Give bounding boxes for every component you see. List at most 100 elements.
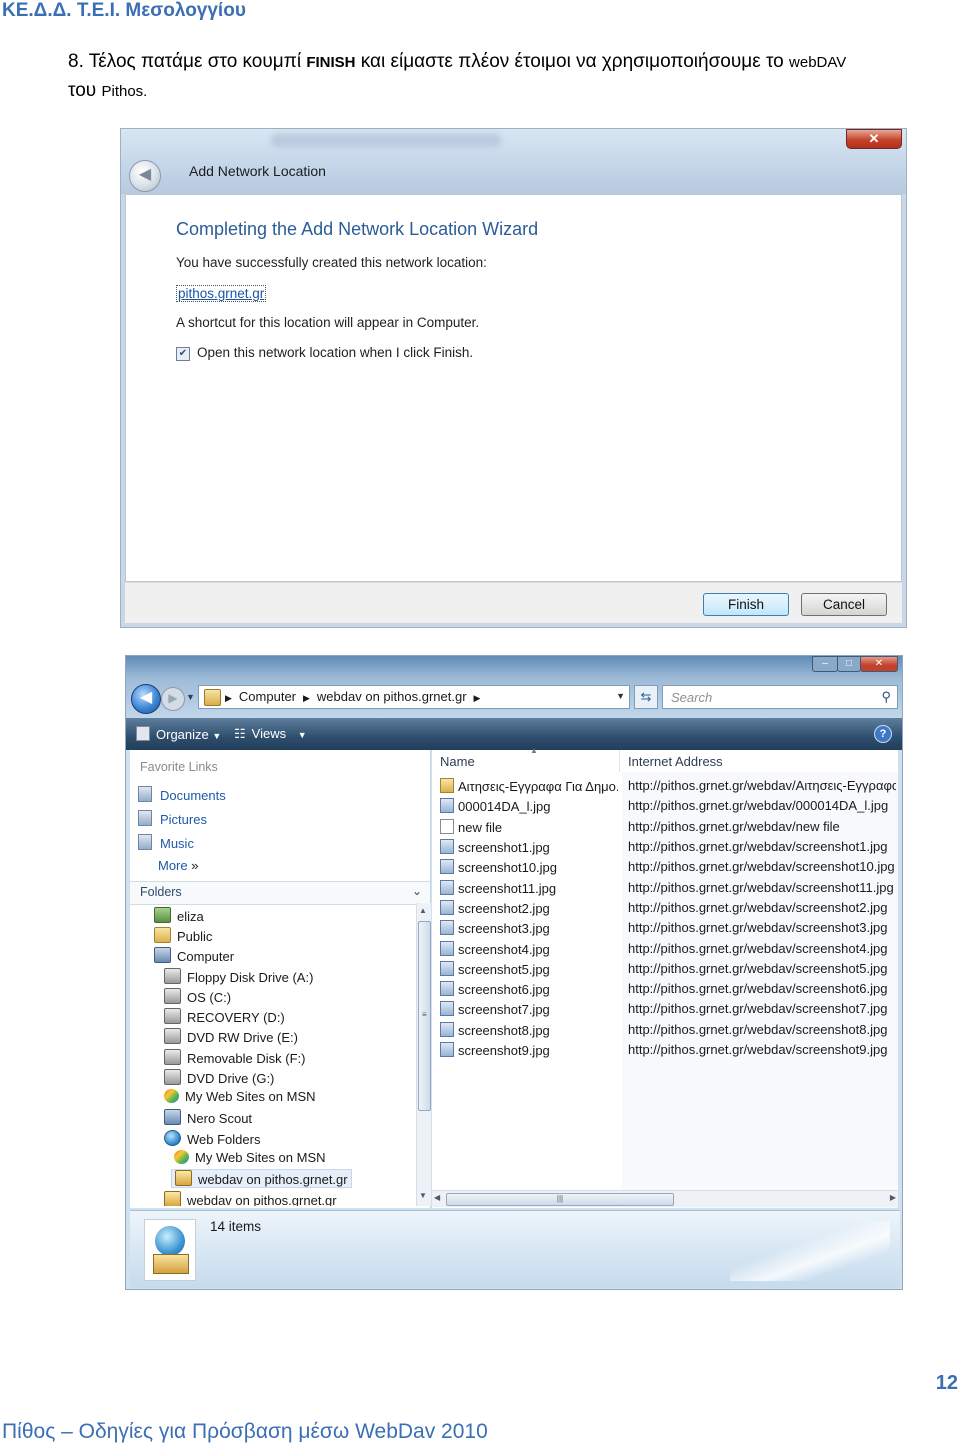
file-list-horizontal-scrollbar[interactable]: ◀ ||| ▶ xyxy=(432,1190,898,1207)
step-webdav: webDAV xyxy=(789,54,847,71)
close-icon[interactable]: ✕ xyxy=(846,129,902,149)
tree-item[interactable]: Web Folders xyxy=(164,1130,260,1147)
nero-scout-icon xyxy=(164,1109,181,1125)
tree-item[interactable]: webdav on pithos.grnet.gr xyxy=(164,1191,337,1206)
minimize-icon[interactable]: – xyxy=(812,656,838,672)
file-internet-address: http://pithos.grnet.gr/webdav/screenshot… xyxy=(628,961,888,976)
tree-item[interactable]: RECOVERY (D:) xyxy=(164,1008,285,1025)
file-row[interactable]: screenshot3.jpg http://pithos.grnet.gr/we… xyxy=(432,918,898,938)
scroll-left-arrow-icon[interactable]: ◀ xyxy=(434,1193,440,1202)
double-chevron-right-icon: » xyxy=(191,858,199,873)
computer-icon xyxy=(154,947,171,963)
tree-item[interactable]: DVD RW Drive (E:) xyxy=(164,1028,298,1045)
tree-item-label: DVD Drive (G:) xyxy=(187,1071,275,1086)
scrollbar-thumb[interactable]: ≡ xyxy=(418,921,431,1111)
maximize-icon[interactable]: □ xyxy=(837,656,861,672)
item-count: 14 items xyxy=(210,1219,262,1234)
folders-header[interactable]: Folders ⌄ xyxy=(130,881,430,905)
file-row[interactable]: screenshot8.jpg http://pithos.grnet.gr/we… xyxy=(432,1020,898,1040)
column-header-internet-address[interactable]: Internet Address xyxy=(622,750,898,772)
organize-button[interactable]: Organize ▼ xyxy=(136,726,221,742)
cancel-button[interactable]: Cancel xyxy=(801,593,887,616)
more-links[interactable]: More » xyxy=(158,858,198,873)
file-name: screenshot2.jpg xyxy=(458,901,550,916)
tree-item[interactable]: OS (C:) xyxy=(164,988,231,1005)
tree-item[interactable]: Removable Disk (F:) xyxy=(164,1049,305,1066)
address-dropdown-chevron-icon[interactable]: ▼ xyxy=(616,691,625,701)
file-row[interactable]: screenshot9.jpg http://pithos.grnet.gr/we… xyxy=(432,1040,898,1060)
image-file-icon xyxy=(440,981,454,996)
file-row[interactable]: screenshot5.jpg http://pithos.grnet.gr/we… xyxy=(432,959,898,979)
file-internet-address: http://pithos.grnet.gr/webdav/Αιτησεις-Ε… xyxy=(628,778,896,793)
scrollbar-thumb[interactable]: ||| xyxy=(446,1193,674,1206)
back-arrow-icon[interactable]: ◀ xyxy=(129,160,161,192)
tree-item[interactable]: Computer xyxy=(154,947,234,964)
breadcrumb-separator-icon: ▶ xyxy=(303,693,310,703)
file-row[interactable]: screenshot7.jpg http://pithos.grnet.gr/we… xyxy=(432,999,898,1019)
file-row[interactable]: screenshot1.jpg http://pithos.grnet.gr/we… xyxy=(432,837,898,857)
breadcrumb-separator-icon: ▶ xyxy=(225,693,232,703)
removable-disk-icon xyxy=(164,1049,181,1065)
file-row[interactable]: screenshot2.jpg http://pithos.grnet.gr/we… xyxy=(432,898,898,918)
file-list-pane: Name ▲ Internet Address Αιτησεις-Εγγραφα … xyxy=(432,746,898,1208)
file-row[interactable]: screenshot4.jpg http://pithos.grnet.gr/we… xyxy=(432,939,898,959)
breadcrumb-computer[interactable]: Computer xyxy=(239,689,296,704)
help-icon[interactable]: ? xyxy=(874,725,892,743)
navigation-pane: Favorite Links Documents Pictures Music … xyxy=(130,750,431,1208)
search-input[interactable]: Search ⚲ xyxy=(662,685,898,709)
favorite-link-pictures[interactable]: Pictures xyxy=(138,810,207,827)
file-name: screenshot10.jpg xyxy=(458,860,558,875)
file-row[interactable]: new file http://pithos.grnet.gr/webdav/ne… xyxy=(432,817,898,837)
column-header-name[interactable]: Name ▲ xyxy=(434,746,620,772)
scroll-right-arrow-icon[interactable]: ▶ xyxy=(890,1193,896,1202)
web-folders-icon xyxy=(164,1130,181,1146)
documents-icon xyxy=(138,786,152,802)
scroll-down-arrow-icon[interactable]: ▼ xyxy=(419,1191,427,1200)
msn-icon xyxy=(164,1089,179,1103)
recent-pages-chevron-icon[interactable]: ▼ xyxy=(186,692,195,702)
network-location-link[interactable]: pithos.grnet.gr xyxy=(176,285,267,302)
refresh-icon[interactable]: ⇆ xyxy=(634,685,658,709)
forward-arrow-icon[interactable]: ▶ xyxy=(161,687,185,711)
tree-item[interactable]: My Web Sites on MSN xyxy=(174,1150,326,1165)
tree-item[interactable]: Public xyxy=(154,927,212,944)
tree-item-selected[interactable]: webdav on pithos.grnet.gr xyxy=(171,1169,352,1188)
back-arrow-icon[interactable]: ◀ xyxy=(131,684,161,714)
file-name: screenshot8.jpg xyxy=(458,1023,550,1038)
open-location-checkbox-label[interactable]: Open this network location when I click … xyxy=(197,345,473,360)
close-icon[interactable]: ✕ xyxy=(860,656,898,672)
address-bar[interactable]: ▶ Computer ▶ webdav on pithos.grnet.gr ▶ ▼ xyxy=(198,685,630,709)
image-file-icon xyxy=(440,961,454,976)
image-file-icon xyxy=(440,1001,454,1016)
scroll-up-arrow-icon[interactable]: ▲ xyxy=(419,906,427,915)
hard-drive-icon xyxy=(164,1008,181,1024)
folder-tree-scrollbar[interactable]: ▲ ≡ ▼ xyxy=(416,903,431,1206)
file-internet-address: http://pithos.grnet.gr/webdav/000014DA_l… xyxy=(628,798,889,813)
breadcrumb-current[interactable]: webdav on pithos.grnet.gr xyxy=(317,689,467,704)
tree-item-label: Floppy Disk Drive (A:) xyxy=(187,970,314,985)
image-file-icon xyxy=(440,920,454,935)
favorite-link-documents[interactable]: Documents xyxy=(138,786,226,803)
favorite-link-music[interactable]: Music xyxy=(138,834,194,851)
tree-item[interactable]: eliza xyxy=(154,907,204,924)
views-button[interactable]: ☷ Views ▼ xyxy=(234,726,307,742)
wizard-title-area: ✕ ◀ Add Network Location xyxy=(121,129,906,194)
tree-item[interactable]: Nero Scout xyxy=(164,1109,252,1126)
document-header: ΚΕ.Δ.Δ. Τ.Ε.Ι. Μεσολογγίου xyxy=(2,0,246,21)
tree-item[interactable]: DVD Drive (G:) xyxy=(164,1069,274,1086)
tree-item[interactable]: My Web Sites on MSN xyxy=(164,1089,316,1104)
finish-button[interactable]: Finish xyxy=(703,593,789,616)
file-internet-address: http://pithos.grnet.gr/webdav/new file xyxy=(628,819,840,834)
tree-item[interactable]: Floppy Disk Drive (A:) xyxy=(164,968,313,985)
file-row[interactable]: 000014DA_l.jpg http://pithos.grnet.gr/web… xyxy=(432,796,898,816)
file-row[interactable]: screenshot6.jpg http://pithos.grnet.gr/we… xyxy=(432,979,898,999)
file-row[interactable]: screenshot10.jpg http://pithos.grnet.gr/w… xyxy=(432,857,898,877)
search-icon[interactable]: ⚲ xyxy=(881,689,891,705)
image-file-icon xyxy=(440,859,454,874)
file-row[interactable]: screenshot11.jpg http://pithos.grnet.gr/w… xyxy=(432,878,898,898)
file-name: new file xyxy=(458,820,503,835)
file-row[interactable]: Αιτησεις-Εγγραφα Για Δημο... http://pitho… xyxy=(432,776,898,796)
tree-item-label: Web Folders xyxy=(187,1132,261,1147)
open-location-checkbox[interactable]: ✔ xyxy=(176,347,190,361)
file-name: screenshot9.jpg xyxy=(458,1043,550,1058)
